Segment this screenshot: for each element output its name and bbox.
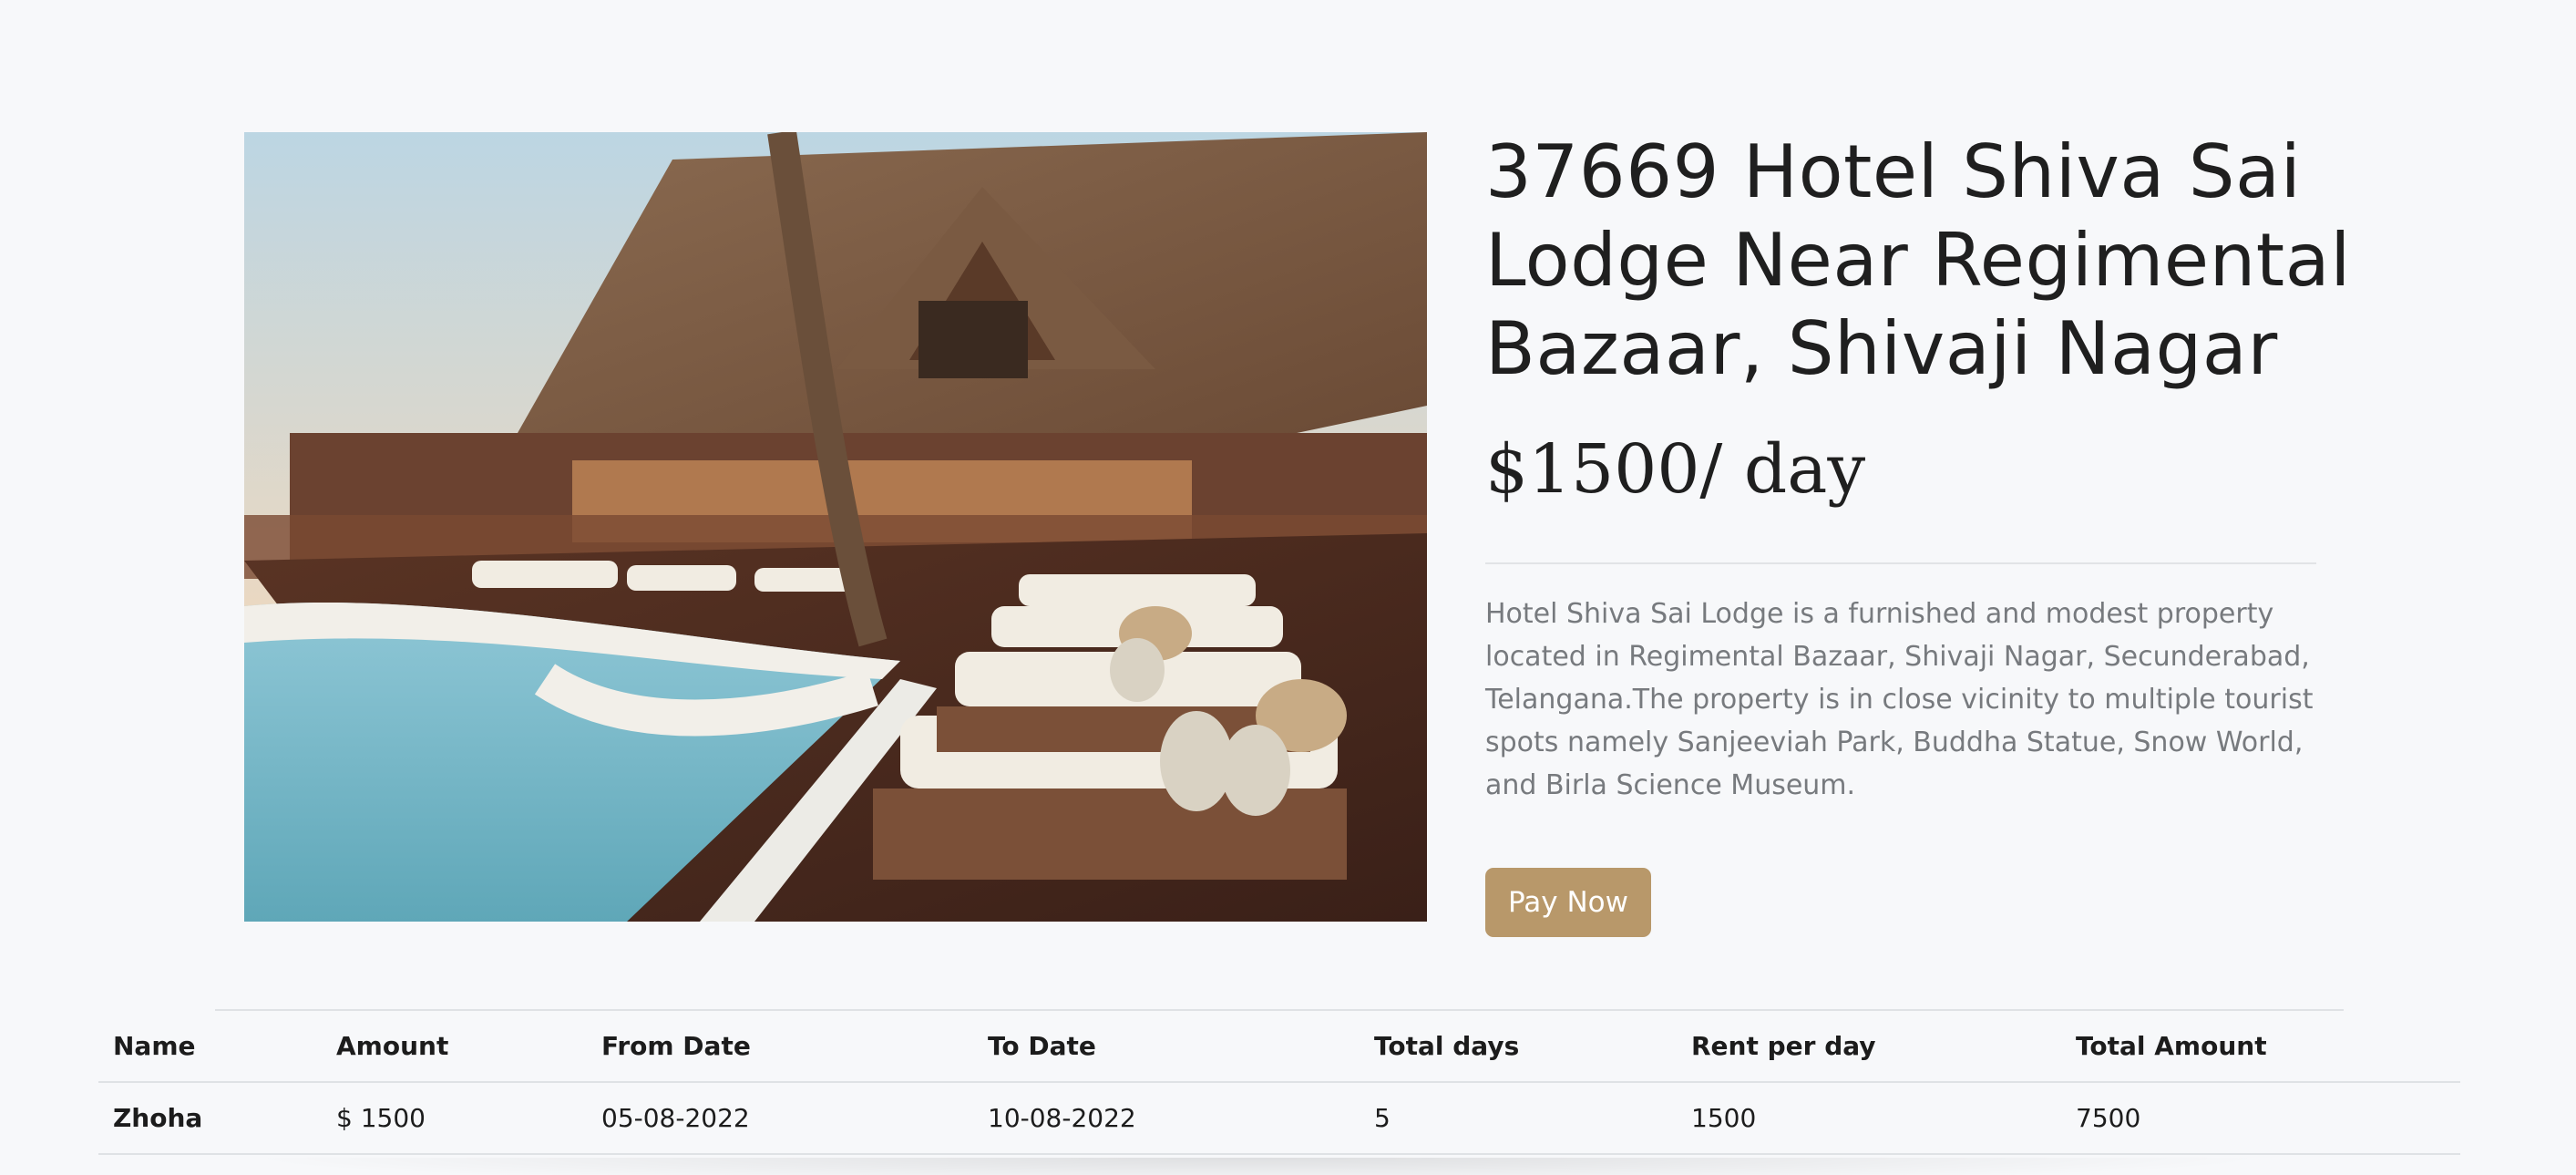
booking-page: 37669 Hotel Shiva Sai Lodge Near Regimen… (0, 0, 2576, 1175)
hotel-description: Hotel Shiva Sai Lodge is a furnished and… (1485, 598, 2314, 801)
header-total-amount: Total Amount (2061, 1011, 2460, 1083)
hotel-title: 37669 Hotel Shiva Sai Lodge Near Regimen… (1485, 129, 2351, 391)
hotel-price: $1500/ day (1485, 430, 1866, 509)
header-amount: Amount (322, 1011, 587, 1083)
header-total-days: Total days (1360, 1011, 1677, 1083)
footer-shadow (237, 1158, 2278, 1175)
cell-total-days: 5 (1360, 1082, 1677, 1155)
cell-to-date: 10-08-2022 (973, 1082, 1360, 1155)
cell-rent-per-day: 1500 (1677, 1082, 2061, 1155)
hotel-photo-scene (244, 132, 1427, 922)
table-row: Zhoha $ 1500 05-08-2022 10-08-2022 5 150… (98, 1082, 2460, 1155)
cell-total-amount: 7500 (2061, 1082, 2460, 1155)
hotel-photo (244, 132, 1427, 922)
header-rent-per-day: Rent per day (1677, 1011, 2061, 1083)
header-from-date: From Date (587, 1011, 973, 1083)
booking-table: Name Amount From Date To Date Total days… (98, 1011, 2460, 1155)
pay-now-button[interactable]: Pay Now (1485, 868, 1651, 937)
divider (1485, 562, 2316, 564)
cell-from-date: 05-08-2022 (587, 1082, 973, 1155)
cell-name: Zhoha (98, 1082, 322, 1155)
header-name: Name (98, 1011, 322, 1083)
header-to-date: To Date (973, 1011, 1360, 1083)
table-header-row: Name Amount From Date To Date Total days… (98, 1011, 2460, 1083)
cell-amount: $ 1500 (322, 1082, 587, 1155)
